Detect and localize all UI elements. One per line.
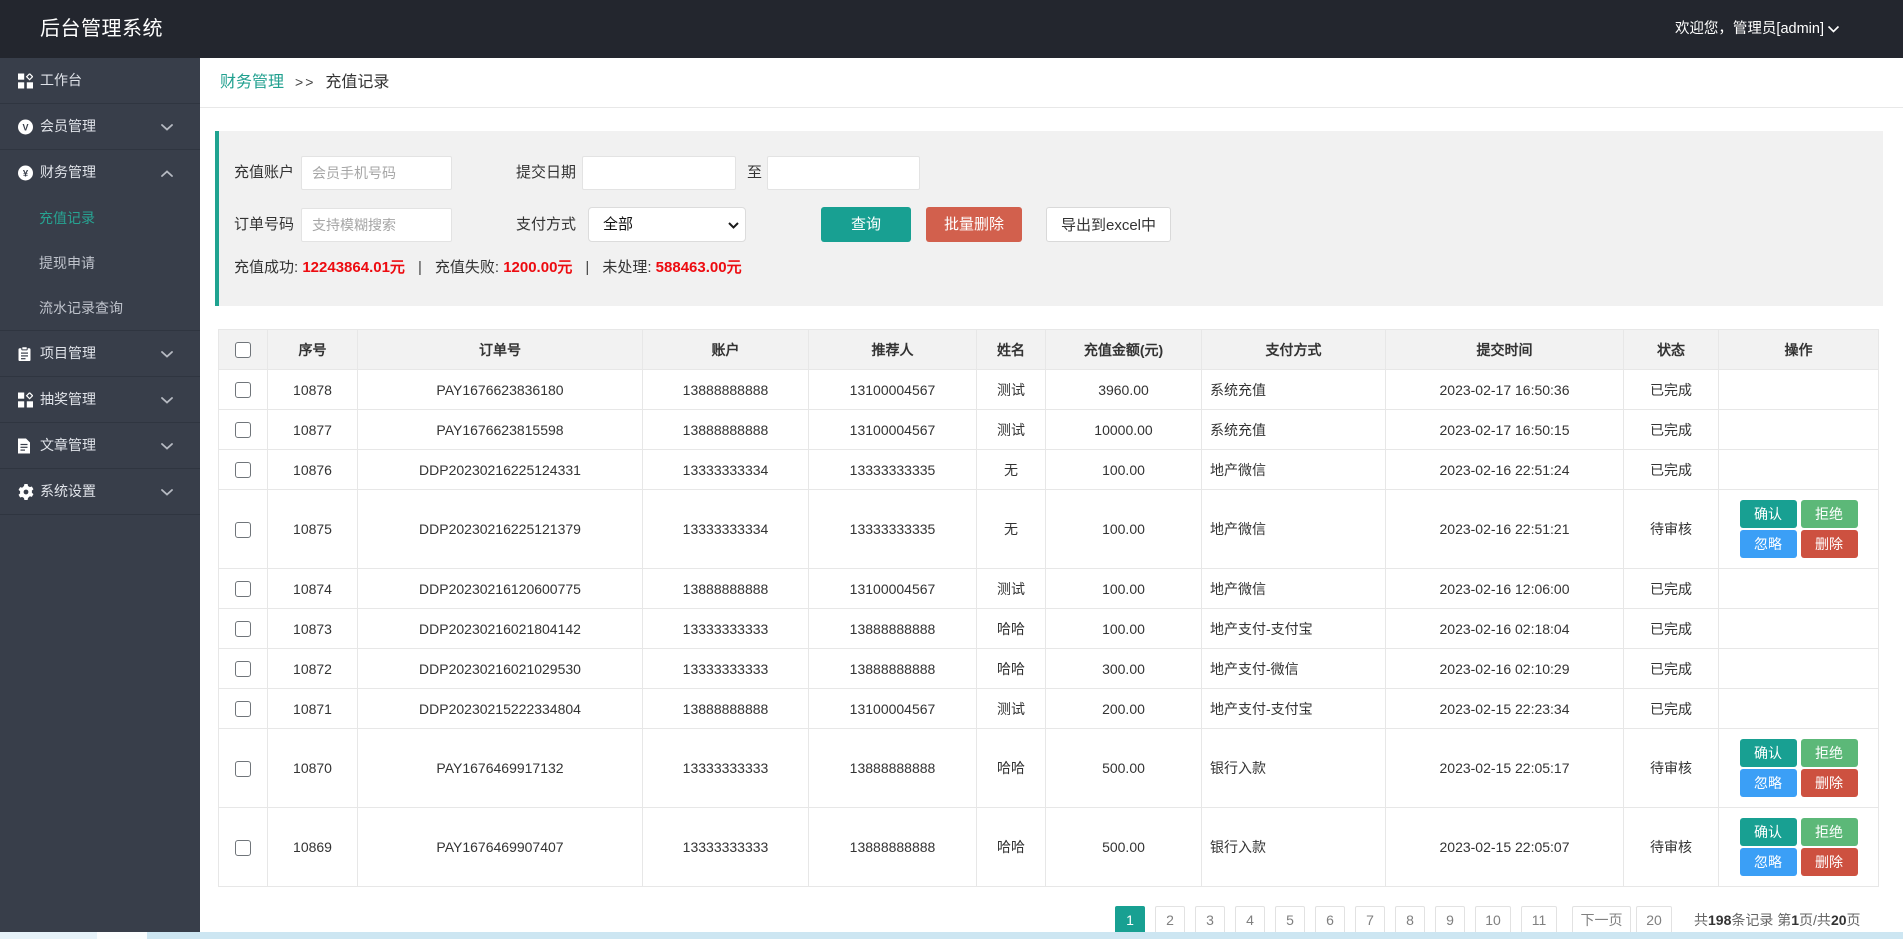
svg-text:V: V — [22, 122, 28, 132]
svg-text:¥: ¥ — [23, 169, 29, 180]
